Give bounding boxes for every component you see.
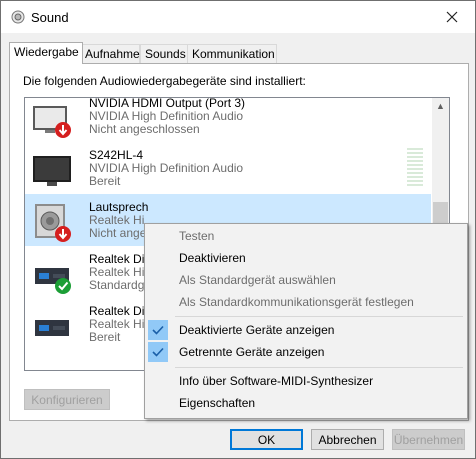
close-icon bbox=[446, 11, 458, 23]
menu-item-midi-info[interactable]: Info über Software-MIDI-Synthesizer bbox=[145, 370, 467, 392]
context-menu: Testen Deaktivieren Als Standardgerät au… bbox=[144, 223, 468, 419]
menu-item-label: Eigenschaften bbox=[179, 396, 256, 410]
window-title: Sound bbox=[31, 10, 69, 25]
tab-wiedergabe[interactable]: Wiedergabe bbox=[9, 42, 83, 64]
menu-item-testen[interactable]: Testen bbox=[145, 225, 467, 247]
device-driver: NVIDIA High Definition Audio bbox=[89, 161, 244, 175]
menu-item-label: Getrennte Geräte anzeigen bbox=[179, 345, 325, 359]
tab-label: Wiedergabe bbox=[14, 45, 79, 59]
device-status: Nicht ange bbox=[89, 226, 147, 240]
close-button[interactable] bbox=[429, 1, 475, 33]
menu-separator bbox=[175, 316, 463, 317]
scroll-up-arrow-icon[interactable]: ▲ bbox=[432, 98, 449, 115]
device-name: Realtek Di bbox=[89, 304, 145, 318]
menu-item-show-disconnected[interactable]: Getrennte Geräte anzeigen bbox=[145, 341, 467, 363]
checkmark-icon bbox=[148, 320, 168, 340]
device-status: Bereit bbox=[89, 174, 121, 188]
tab-label: Aufnahme bbox=[85, 47, 140, 61]
menu-item-label: Deaktivieren bbox=[179, 251, 246, 265]
device-driver: Realtek Hi bbox=[89, 317, 145, 331]
volume-level-meter bbox=[407, 148, 423, 188]
device-item-s242hl[interactable]: S242HL-4 NVIDIA High Definition Audio Be… bbox=[25, 142, 431, 194]
device-driver: NVIDIA High Definition Audio bbox=[89, 109, 244, 123]
menu-item-deaktivieren[interactable]: Deaktivieren bbox=[145, 247, 467, 269]
configure-button[interactable]: Konfigurieren bbox=[24, 389, 110, 410]
device-driver: Realtek Hi bbox=[89, 265, 145, 279]
device-name: Lautsprech bbox=[89, 200, 149, 214]
device-name: Realtek Di bbox=[89, 252, 145, 266]
menu-item-set-default-communication[interactable]: Als Standardkommunikationsgerät festlege… bbox=[145, 291, 467, 313]
menu-item-properties[interactable]: Eigenschaften bbox=[145, 392, 467, 414]
apply-button[interactable]: Übernehmen bbox=[392, 429, 465, 450]
menu-item-label: Als Standardkommunikationsgerät festlege… bbox=[179, 295, 414, 309]
menu-item-label: Testen bbox=[179, 229, 215, 243]
digital-output-default-icon bbox=[35, 268, 71, 294]
menu-item-set-default[interactable]: Als Standardgerät auswählen bbox=[145, 269, 467, 291]
menu-separator bbox=[175, 367, 463, 368]
device-driver: Realtek Hi bbox=[89, 213, 145, 227]
menu-item-show-disabled[interactable]: Deaktivierte Geräte anzeigen bbox=[145, 319, 467, 341]
monitor-disconnected-icon bbox=[33, 106, 71, 138]
menu-item-label: Als Standardgerät auswählen bbox=[179, 273, 336, 287]
device-status: Bereit bbox=[89, 330, 121, 344]
tab-kommunikation[interactable]: Kommunikation bbox=[187, 44, 277, 63]
cancel-button[interactable]: Abbrechen bbox=[311, 429, 384, 450]
tab-label: Sounds bbox=[145, 47, 186, 61]
tab-label: Kommunikation bbox=[192, 47, 275, 61]
title-bar: Sound bbox=[1, 1, 475, 33]
device-status: Nicht angeschlossen bbox=[89, 122, 200, 136]
monitor-icon bbox=[33, 156, 71, 186]
tab-sounds[interactable]: Sounds bbox=[140, 44, 190, 63]
speaker-disconnected-icon bbox=[35, 204, 71, 242]
speaker-icon bbox=[11, 10, 25, 24]
panel-heading: Die folgenden Audiowiedergabegeräte sind… bbox=[23, 74, 306, 88]
tab-aufnahme[interactable]: Aufnahme bbox=[80, 44, 140, 63]
checkmark-icon bbox=[148, 342, 168, 362]
device-status: Standardg bbox=[89, 278, 145, 292]
menu-item-label: Info über Software-MIDI-Synthesizer bbox=[179, 374, 374, 388]
digital-output-icon bbox=[35, 320, 69, 336]
device-name: S242HL-4 bbox=[89, 148, 144, 162]
ok-button[interactable]: OK bbox=[230, 429, 303, 450]
sound-dialog: Sound Wiedergabe Aufnahme Sounds Kommuni… bbox=[0, 0, 476, 459]
menu-item-label: Deaktivierte Geräte anzeigen bbox=[179, 323, 335, 337]
device-item-nvidia-hdmi[interactable]: NVIDIA HDMI Output (Port 3) NVIDIA High … bbox=[25, 98, 431, 142]
